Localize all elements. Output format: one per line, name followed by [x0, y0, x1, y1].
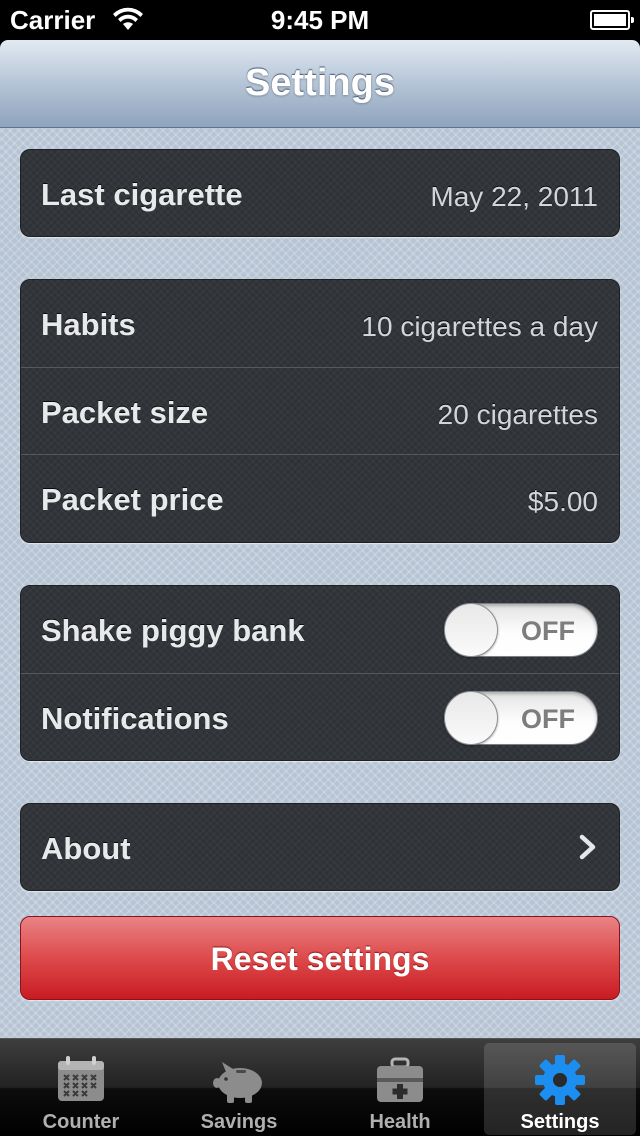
row-packet-price[interactable]: Packet price $5.00	[21, 454, 619, 541]
reset-settings-label: Reset settings	[210, 941, 430, 977]
last-cigarette-label: Last cigarette	[41, 177, 243, 212]
packet-size-value: 20 cigarettes	[437, 399, 598, 430]
shake-piggy-bank-toggle[interactable]: OFF	[444, 603, 598, 657]
tab-health-label: Health	[369, 1111, 431, 1133]
tab-bar: Counter Savings Health Settings	[0, 1038, 640, 1136]
packet-price-label: Packet price	[41, 482, 224, 517]
gear-icon	[535, 1055, 585, 1105]
piggy-bank-icon	[213, 1062, 262, 1103]
row-last-cigarette[interactable]: Last cigarette May 22, 2011	[21, 150, 619, 236]
page-title: Settings	[245, 62, 395, 104]
toggle-state-label: OFF	[521, 616, 575, 646]
battery-icon	[590, 10, 634, 30]
medical-kit-icon	[377, 1057, 423, 1102]
row-about[interactable]: About	[21, 804, 619, 890]
chevron-right-icon	[579, 834, 596, 860]
packet-price-value: $5.00	[527, 486, 598, 517]
clock-time: 9:45 PM	[270, 5, 370, 35]
tab-settings-label: Settings	[520, 1111, 600, 1133]
status-bar: Carrier 9:45 PM	[0, 0, 640, 40]
row-notifications: Notifications OFF	[21, 673, 619, 760]
group-toggles: Shake piggy bank OFF Notifications OFF	[20, 585, 620, 761]
group-about: About	[20, 803, 620, 891]
group-last-cigarette: Last cigarette May 22, 2011	[20, 149, 620, 237]
about-label: About	[41, 831, 131, 866]
settings-content: Last cigarette May 22, 2011 Habits 10 ci…	[0, 128, 640, 1038]
group-habits: Habits 10 cigarettes a day Packet size 2…	[20, 279, 620, 543]
navigation-bar: Settings	[0, 40, 640, 128]
tab-settings[interactable]: Settings	[484, 1043, 636, 1135]
shake-piggy-bank-label: Shake piggy bank	[41, 613, 305, 648]
notifications-label: Notifications	[41, 701, 229, 736]
tab-savings-label: Savings	[200, 1111, 278, 1133]
habits-label: Habits	[41, 307, 136, 342]
toggle-knob	[444, 603, 498, 657]
notifications-toggle[interactable]: OFF	[444, 691, 598, 745]
toggle-knob	[444, 691, 498, 745]
row-shake-piggy-bank: Shake piggy bank OFF	[21, 586, 619, 673]
reset-settings-button[interactable]: Reset settings	[20, 916, 620, 1000]
row-habits[interactable]: Habits 10 cigarettes a day	[21, 280, 619, 367]
toggle-state-label: OFF	[521, 704, 575, 734]
calendar-icon	[58, 1056, 104, 1101]
last-cigarette-value: May 22, 2011	[430, 181, 598, 212]
tab-counter-label: Counter	[42, 1111, 120, 1133]
tab-health[interactable]: Health	[324, 1043, 476, 1135]
habits-value: 10 cigarettes a day	[361, 311, 598, 342]
tab-savings[interactable]: Savings	[163, 1043, 315, 1135]
row-packet-size[interactable]: Packet size 20 cigarettes	[21, 367, 619, 454]
packet-size-label: Packet size	[41, 395, 209, 430]
tab-counter[interactable]: Counter	[5, 1043, 157, 1135]
